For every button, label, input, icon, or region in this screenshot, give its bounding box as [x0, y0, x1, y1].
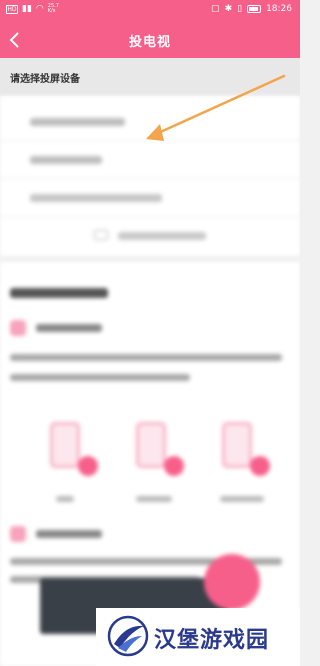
phone-badge [78, 456, 98, 476]
watermark-text: 汉堡游戏园 [154, 628, 270, 653]
phone-illustration [222, 422, 252, 468]
step-1-label [36, 324, 102, 332]
help-card-title [10, 288, 108, 298]
step-1-text [10, 374, 190, 381]
step-1-badge [10, 320, 26, 336]
phone-badge [164, 456, 184, 476]
help-card [0, 262, 300, 666]
screen: HD ▮▮ ◠ 25.7 K/s ▢ ✱ ▯ 18:26 投电视 请选择投屏设备 [0, 0, 300, 666]
phone-illustration [136, 422, 166, 468]
step-1-text [10, 354, 282, 361]
phone-illustration [50, 422, 80, 468]
step-2-label [36, 530, 102, 538]
watermark-logo-icon [107, 615, 149, 657]
floating-action-button[interactable] [204, 554, 260, 610]
phone-caption [136, 496, 172, 502]
phone-caption [56, 496, 74, 502]
phone-caption [220, 496, 264, 502]
step-2-badge [10, 526, 26, 542]
phone-badge [250, 456, 270, 476]
